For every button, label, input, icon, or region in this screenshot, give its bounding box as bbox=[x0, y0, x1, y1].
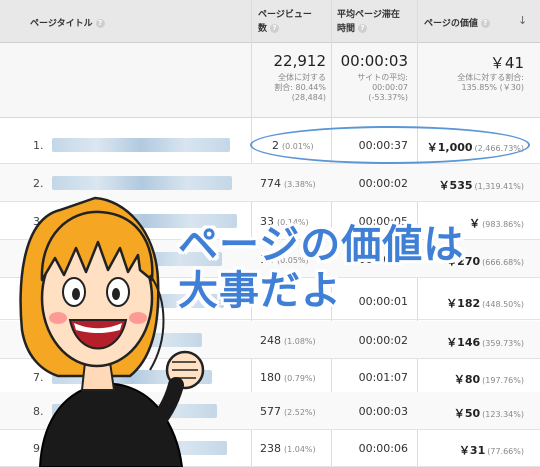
total-page-value-detail-line2: 135.85% (￥30) bbox=[461, 83, 524, 92]
row-page-value: ￥535 (1,319.41%) bbox=[418, 177, 524, 193]
row-pageviews: 238 (1.04%) bbox=[254, 442, 316, 455]
overlay-caption-line2: 大事だよ bbox=[178, 268, 342, 314]
total-page-value-detail-line1: 全体に対する割合: bbox=[457, 73, 524, 82]
page-value-amount: ￥31 bbox=[458, 444, 486, 457]
sort-descending-icon[interactable]: ↓ bbox=[518, 14, 527, 27]
row-page-value: ￥182 (448.50%) bbox=[418, 295, 524, 311]
row-avg-time: 00:00:02 bbox=[358, 334, 408, 347]
row-pageviews: 774 (3.38%) bbox=[254, 177, 316, 190]
pageviews-percent: (1.04%) bbox=[284, 445, 316, 454]
total-avg-time-detail-line1: サイトの平均: bbox=[357, 73, 408, 82]
pageviews-percent: (1.08%) bbox=[284, 337, 316, 346]
avg-time-column-label-line2: 時間 bbox=[337, 24, 356, 34]
page-value-amount: ￥80 bbox=[453, 373, 481, 386]
total-page-value-detail: 全体に対する割合: 135.85% (￥30) bbox=[418, 73, 524, 93]
total-pageviews-detail-line2: 割合: 80.44% bbox=[274, 83, 326, 92]
total-pageviews-detail: 全体に対する 割合: 80.44% (28,484) bbox=[254, 73, 326, 103]
page-value-percent: (448.50%) bbox=[482, 300, 524, 309]
pageviews-value: 248 bbox=[260, 334, 281, 347]
table-header: ページタイトル? ページビュー 数? 平均ページ滞在 時間? ページの価値? ↓ bbox=[0, 0, 540, 43]
page-value-percent: (983.86%) bbox=[482, 220, 524, 229]
row-page-value: ￥80 (197.76%) bbox=[418, 371, 524, 387]
page-value-amount: ￥50 bbox=[453, 407, 481, 420]
column-header-page-title[interactable]: ページタイトル? bbox=[30, 0, 250, 42]
totals-row: 22,912 全体に対する 割合: 80.44% (28,484) 00:00:… bbox=[0, 43, 540, 118]
column-header-pageviews[interactable]: ページビュー 数? bbox=[258, 0, 330, 42]
row-number: 1. bbox=[33, 139, 44, 152]
pageviews-percent: (0.79%) bbox=[284, 374, 316, 383]
help-icon[interactable]: ? bbox=[95, 19, 105, 28]
page-title-column-label: ページタイトル bbox=[30, 19, 93, 29]
row-avg-time: 00:01:07 bbox=[358, 371, 408, 384]
page-value-percent: (197.76%) bbox=[482, 376, 524, 385]
pageviews-value: 774 bbox=[260, 177, 281, 190]
row-page-value: ￥50 (123.34%) bbox=[418, 405, 524, 421]
total-avg-time-detail: サイトの平均: 00:00:07 (-53.37%) bbox=[333, 73, 408, 103]
help-icon[interactable]: ? bbox=[270, 24, 280, 33]
page-value-percent: (666.68%) bbox=[482, 258, 524, 267]
pageviews-value: 180 bbox=[260, 371, 281, 384]
page-value-percent: (77.66%) bbox=[487, 447, 524, 456]
total-avg-time-detail-line2: 00:00:07 bbox=[372, 83, 408, 92]
pageviews-column-label-line1: ページビュー bbox=[258, 10, 312, 20]
row-avg-time: 00:00:02 bbox=[358, 177, 408, 190]
row-avg-time: 00:00:01 bbox=[358, 295, 408, 308]
page-value-column-label: ページの価値 bbox=[424, 19, 478, 29]
pageviews-value: 238 bbox=[260, 442, 281, 455]
total-page-value: ￥41 bbox=[489, 54, 524, 72]
total-pageviews: 22,912 bbox=[273, 52, 327, 70]
pageviews-column-label-line2: 数 bbox=[258, 24, 268, 34]
row-pageviews: 248 (1.08%) bbox=[254, 334, 316, 347]
pageviews-value: 577 bbox=[260, 405, 281, 418]
page-value-amount: ￥535 bbox=[438, 179, 473, 192]
total-pageviews-detail-line3: (28,484) bbox=[291, 93, 326, 102]
page-value-amount: ￥ bbox=[469, 217, 481, 230]
row-avg-time: 00:00:03 bbox=[358, 405, 408, 418]
blurred-page-title[interactable] bbox=[52, 138, 230, 152]
row-page-value: ￥31 (77.66%) bbox=[418, 442, 524, 458]
row-pageviews: 180 (0.79%) bbox=[254, 371, 316, 384]
row-avg-time: 00:00:06 bbox=[358, 442, 408, 455]
pageviews-percent: (3.38%) bbox=[284, 180, 316, 189]
highlight-ellipse bbox=[250, 126, 530, 164]
page-value-percent: (1,319.41%) bbox=[474, 182, 524, 191]
total-avg-time-detail-line3: (-53.37%) bbox=[368, 93, 408, 102]
avg-time-column-label-line1: 平均ページ滞在 bbox=[337, 10, 400, 20]
row-pageviews: 577 (2.52%) bbox=[254, 405, 316, 418]
total-pageviews-detail-line1: 全体に対する bbox=[278, 73, 326, 82]
page-value-amount: ￥182 bbox=[446, 297, 481, 310]
help-icon[interactable]: ? bbox=[480, 19, 490, 28]
page-value-percent: (123.34%) bbox=[482, 410, 524, 419]
help-icon[interactable]: ? bbox=[358, 24, 368, 33]
column-header-avg-time[interactable]: 平均ページ滞在 時間? bbox=[337, 0, 417, 42]
pageviews-percent: (2.52%) bbox=[284, 408, 316, 417]
total-avg-time: 00:00:03 bbox=[340, 52, 408, 70]
page-value-amount: ￥146 bbox=[446, 336, 481, 349]
page-value-percent: (359.73%) bbox=[482, 339, 524, 348]
row-page-value: ￥146 (359.73%) bbox=[418, 334, 524, 350]
